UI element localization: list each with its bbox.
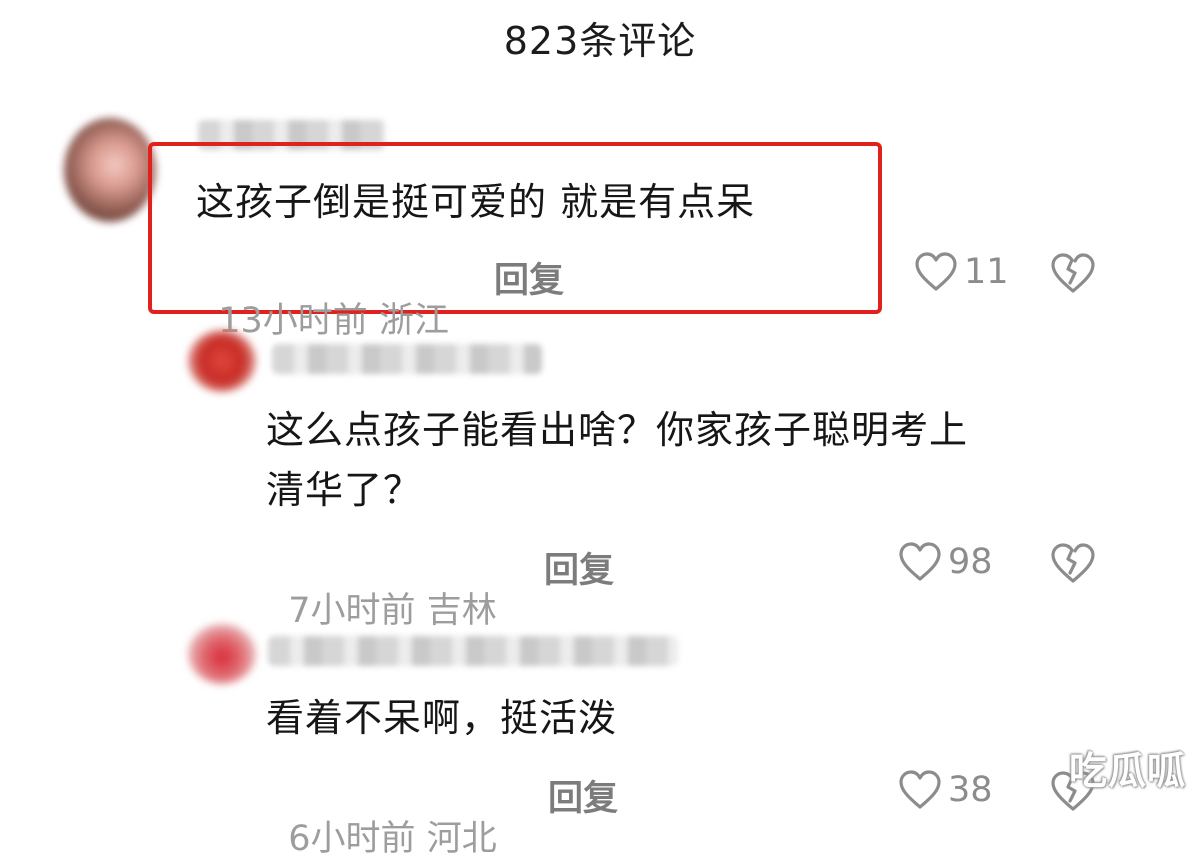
heart-outline-icon [914,252,958,292]
reply-time: 7小时前 [288,591,416,631]
reply-location: 吉林 [426,591,497,631]
like-count: 38 [948,770,993,810]
reply-meta: 7小时前 吉林 [266,542,497,633]
like-count: 11 [964,252,1009,292]
like-button[interactable]: 38 [898,770,993,810]
like-button[interactable]: 11 [914,252,1009,292]
avatar[interactable] [188,624,256,684]
reply-text-line: 清华了？ [266,468,423,512]
reply-time: 6小时前 [288,819,416,859]
heart-outline-icon [898,542,942,582]
username-blurred[interactable] [272,344,542,374]
reply-text: 这么点孩子能看出啥？你家孩子聪明考上 清华了？ [266,400,968,520]
reply-text: 看着不呆啊，挺活泼 [266,696,618,740]
comments-count-title: 823条评论 [503,19,697,63]
avatar[interactable] [188,330,256,392]
comment-location: 浙江 [378,301,449,341]
dislike-button[interactable] [1050,252,1096,294]
heart-outline-icon [898,770,942,810]
dislike-button[interactable] [1050,542,1096,584]
avatar[interactable] [64,118,156,222]
reply-text-line: 这么点孩子能看出啥？你家孩子聪明考上 [266,408,969,452]
comment-text: 这孩子倒是挺可爱的 就是有点呆 [196,180,756,224]
broken-heart-icon [1050,252,1096,294]
like-count: 98 [948,542,993,582]
reply-button[interactable]: 回复 [548,770,618,821]
comment-meta: 13小时前 浙江 [196,252,449,343]
username-blurred[interactable] [268,636,678,666]
reply-meta: 6小时前 河北 [266,770,497,861]
broken-heart-icon [1050,542,1096,584]
watermark: 吃瓜呱 [1068,749,1186,793]
reply-location: 河北 [426,819,497,859]
like-button[interactable]: 98 [898,542,993,582]
reply-button[interactable]: 回复 [494,252,564,303]
reply-button[interactable]: 回复 [544,542,614,593]
